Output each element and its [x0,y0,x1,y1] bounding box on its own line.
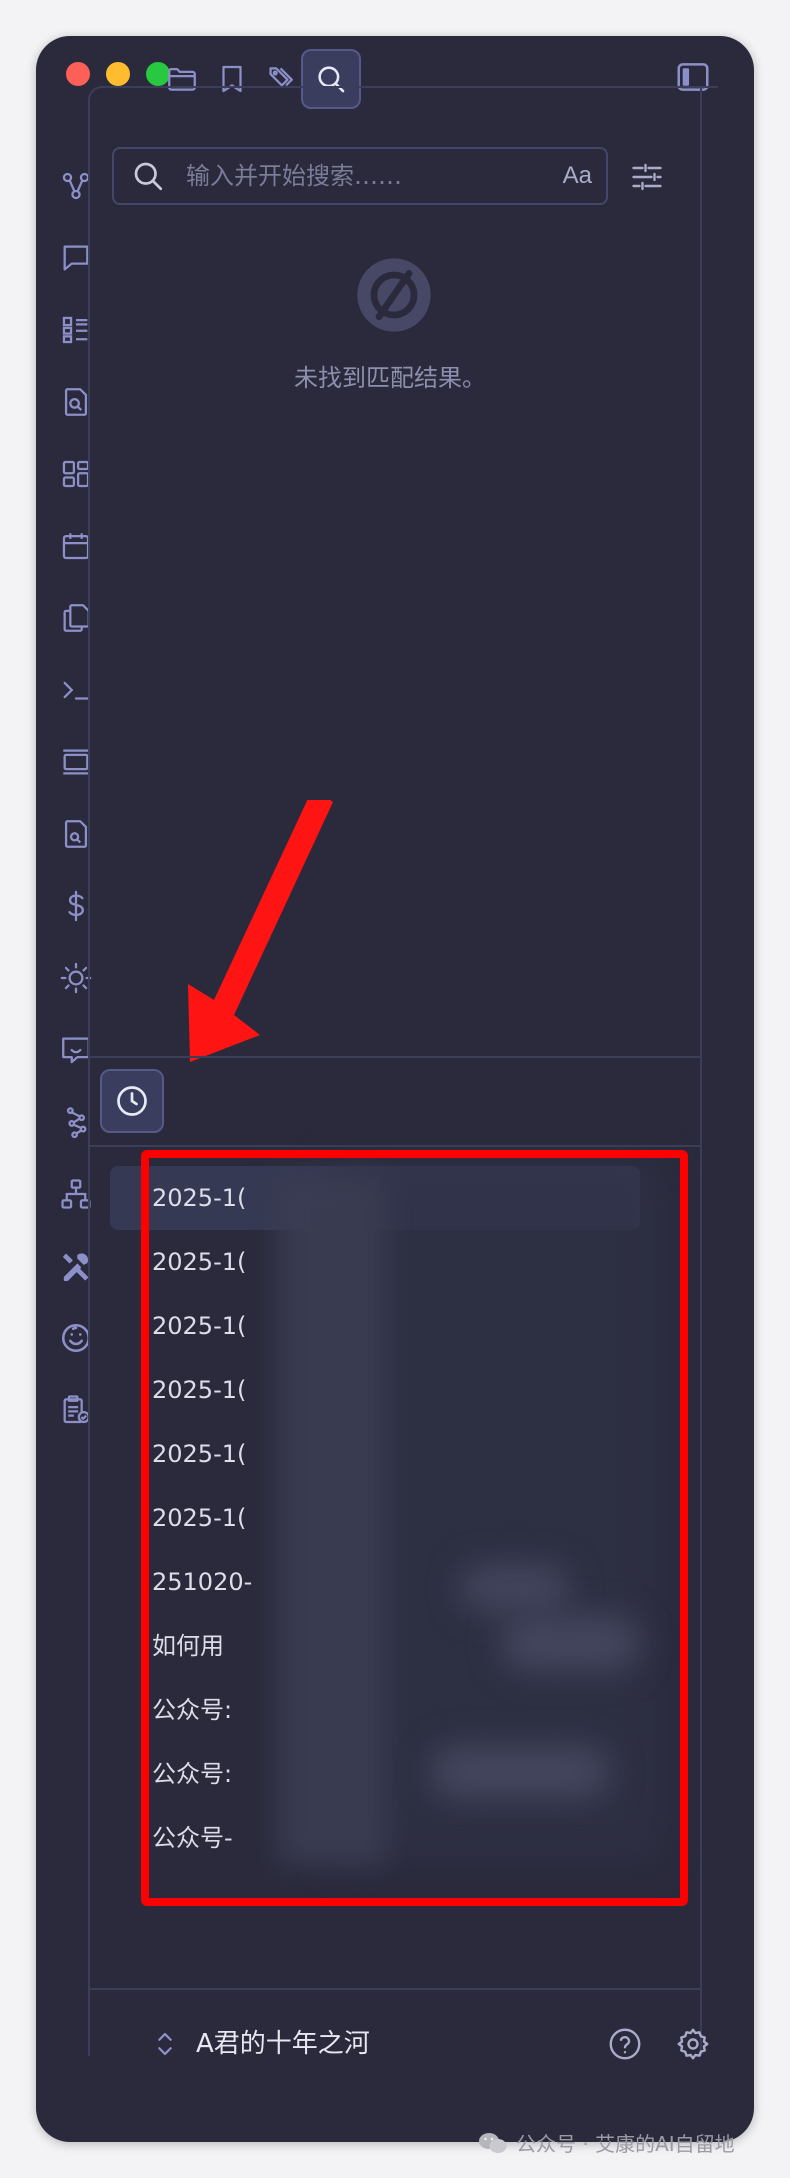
wechat-icon [479,2132,507,2153]
red-highlight-annotation [141,1150,688,1906]
help-button[interactable] [605,2024,645,2064]
empty-message: 未找到匹配结果。 [294,364,486,392]
search-input[interactable] [184,161,528,191]
clock-icon [117,1086,147,1116]
vault-name[interactable]: A君的十年之河 [196,2024,370,2064]
chevron-updown-icon [158,2032,172,2056]
divider [90,1145,700,1147]
minimize-window-button[interactable] [106,62,130,86]
search-settings-button[interactable] [627,157,667,197]
search-icon [134,162,163,191]
gear-icon [677,2028,709,2060]
watermark: 公众号 · 艾康的AI自留地 [478,2128,735,2157]
close-window-button[interactable] [66,62,90,86]
divider [90,1988,700,1990]
match-case-toggle[interactable]: Aa [563,162,592,190]
vault-switcher-button[interactable] [150,2024,180,2064]
divider [90,1056,700,1058]
no-results-icon [357,258,431,332]
help-icon [609,2028,641,2060]
recent-files-button[interactable] [100,1069,164,1133]
search-field[interactable]: Aa [112,147,608,205]
red-arrow-annotation [188,800,333,1062]
watermark-text: 公众号 · 艾康的AI自留地 [516,2132,735,2156]
sliders-icon [632,163,662,191]
settings-button[interactable] [673,2024,713,2064]
